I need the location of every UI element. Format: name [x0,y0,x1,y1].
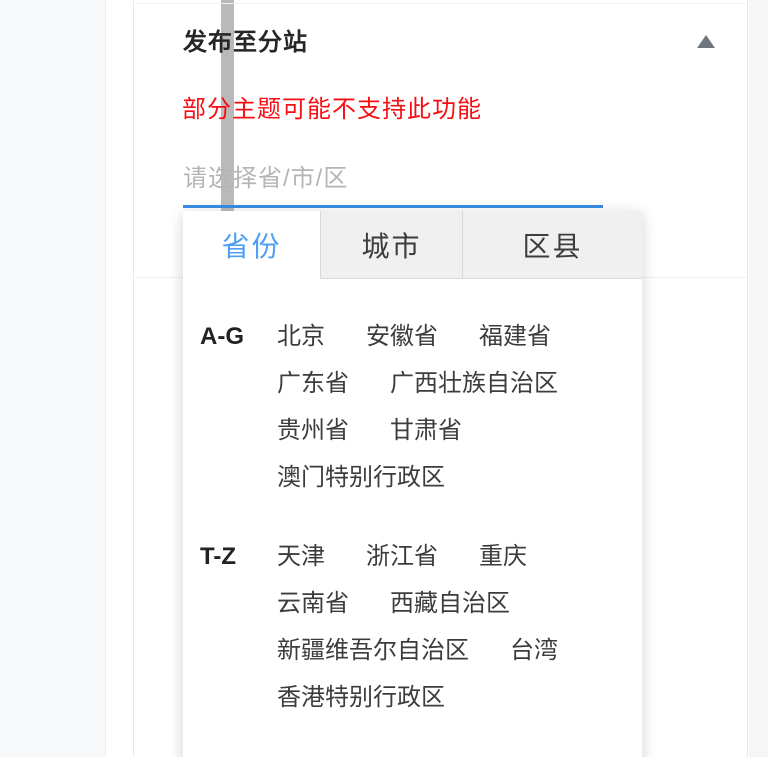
left-sidebar [0,0,106,757]
region-option[interactable]: 贵州省 [277,407,349,454]
page-scrollbar-track [749,0,768,757]
region-list: A-G北京安徽省福建省广东省广西壮族自治区贵州省甘肃省澳门特别行政区T-Z天津浙… [183,279,642,721]
tab-district[interactable]: 区县 [462,211,642,279]
region-row: 云南省西藏自治区 [277,580,642,627]
page: 发布至分站 部分主题可能不支持此功能 省份城市区县 A-G北京安徽省福建省广东省… [0,0,768,757]
triangle-up-icon [697,35,715,48]
region-option[interactable]: 重庆 [479,533,527,580]
region-row: 澳门特别行政区 [277,454,642,501]
region-option[interactable]: 甘肃省 [390,407,462,454]
tab-province[interactable]: 省份 [183,211,320,279]
tab-city[interactable]: 城市 [320,211,462,279]
region-row: 广东省广西壮族自治区 [277,360,642,407]
section-title: 发布至分站 [183,28,308,58]
region-option[interactable]: 香港特别行政区 [277,674,445,721]
region-option[interactable]: 天津 [277,533,325,580]
region-row: 天津浙江省重庆 [277,533,642,580]
region-row: 北京安徽省福建省 [277,313,642,360]
region-option[interactable]: 浙江省 [366,533,438,580]
inner-scrollbar-track [106,0,133,757]
warning-message: 部分主题可能不支持此功能 [182,96,482,124]
region-row: 贵州省甘肃省 [277,407,642,454]
collapse-section-button[interactable] [692,30,720,54]
group-label: A-G [200,313,260,360]
region-option[interactable]: 澳门特别行政区 [277,454,445,501]
region-option[interactable]: 福建省 [479,313,551,360]
region-row: 香港特别行政区 [277,674,642,721]
region-option[interactable]: 广东省 [277,360,349,407]
region-dropdown: 省份城市区县 A-G北京安徽省福建省广东省广西壮族自治区贵州省甘肃省澳门特别行政… [183,211,642,757]
group-rows: 北京安徽省福建省广东省广西壮族自治区贵州省甘肃省澳门特别行政区 [277,313,642,501]
region-option[interactable]: 广西壮族自治区 [390,360,558,407]
panel-right-border [747,0,748,757]
region-group: T-Z天津浙江省重庆云南省西藏自治区新疆维吾尔自治区台湾香港特别行政区 [183,533,642,721]
group-rows: 天津浙江省重庆云南省西藏自治区新疆维吾尔自治区台湾香港特别行政区 [277,533,642,721]
panel-left-border [133,0,134,757]
panel-top-divider [134,3,747,4]
region-option[interactable]: 台湾 [510,627,558,674]
region-group: A-G北京安徽省福建省广东省广西壮族自治区贵州省甘肃省澳门特别行政区 [183,313,642,501]
region-option[interactable]: 安徽省 [366,313,438,360]
region-tabbar: 省份城市区县 [183,211,642,279]
region-select-input[interactable] [183,152,603,208]
region-option[interactable]: 北京 [277,313,325,360]
region-option[interactable]: 云南省 [277,580,349,627]
group-label: T-Z [200,533,260,580]
region-option[interactable]: 西藏自治区 [390,580,510,627]
region-row: 新疆维吾尔自治区台湾 [277,627,642,674]
region-option[interactable]: 新疆维吾尔自治区 [277,627,469,674]
